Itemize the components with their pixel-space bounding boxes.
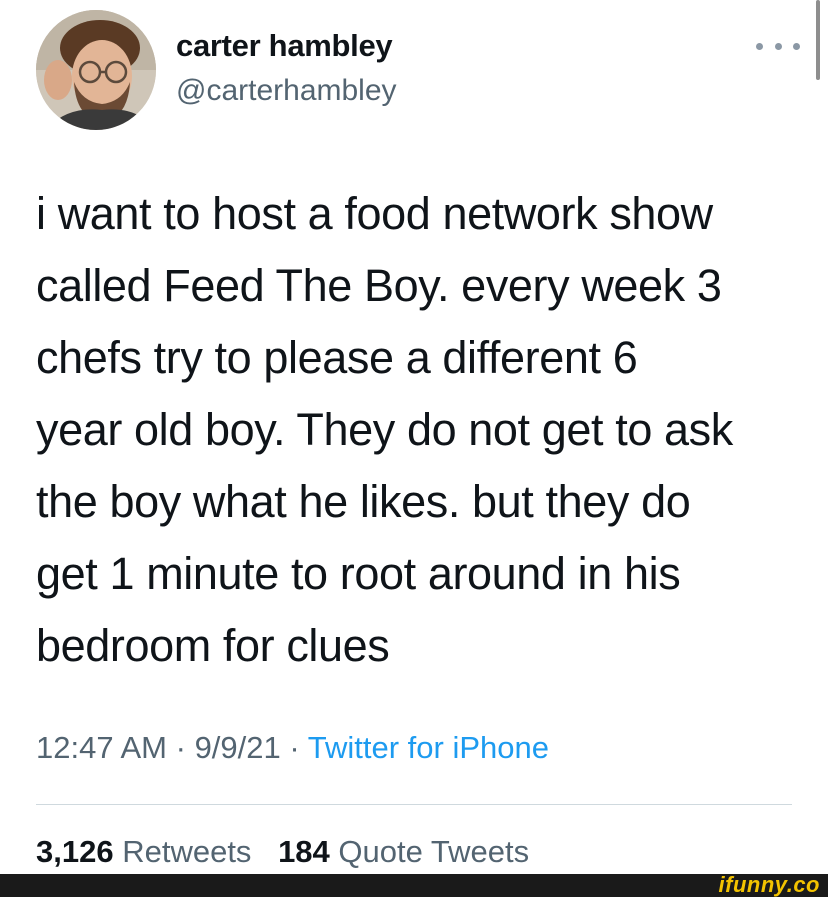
tweet-date[interactable]: 9/9/21 — [195, 730, 281, 765]
author-handle[interactable]: @carterhambley — [176, 74, 397, 108]
tweet-header: carter hambley @carterhambley — [36, 10, 806, 132]
watermark-logo: ifunny.co — [718, 872, 820, 897]
tweet-stats: 3,126 Retweets 184 Quote Tweets — [36, 834, 547, 870]
more-dot — [774, 42, 782, 50]
retweets-count: 3,126 — [36, 834, 114, 869]
watermark-bar: ifunny.co — [0, 872, 828, 897]
author-name[interactable]: carter hambley — [176, 28, 393, 64]
tweet-text: i want to host a food network show calle… — [36, 188, 733, 671]
divider — [36, 804, 792, 805]
tweet-time[interactable]: 12:47 AM — [36, 730, 167, 765]
avatar[interactable] — [36, 10, 156, 130]
quote-tweets-label: Quote Tweets — [338, 834, 530, 869]
more-dot — [756, 42, 763, 50]
tweet-source[interactable]: Twitter for iPhone — [308, 730, 549, 765]
quote-tweets-stat[interactable]: 184 Quote Tweets — [278, 834, 529, 870]
meta-separator: · — [175, 730, 186, 765]
meta-separator: · — [289, 730, 300, 765]
more-dot — [793, 42, 800, 50]
tweet-screenshot: carter hambley @carterhambley i want to … — [0, 0, 828, 897]
retweets-label: Retweets — [122, 834, 252, 869]
more-horizontal-icon[interactable] — [756, 36, 800, 56]
quote-tweets-count: 184 — [278, 834, 330, 869]
scrollbar[interactable] — [816, 0, 820, 80]
tweet-meta: 12:47 AM · 9/9/21 · Twitter for iPhone — [36, 730, 549, 766]
avatar-image — [36, 10, 156, 130]
retweets-stat[interactable]: 3,126 Retweets — [36, 834, 251, 870]
